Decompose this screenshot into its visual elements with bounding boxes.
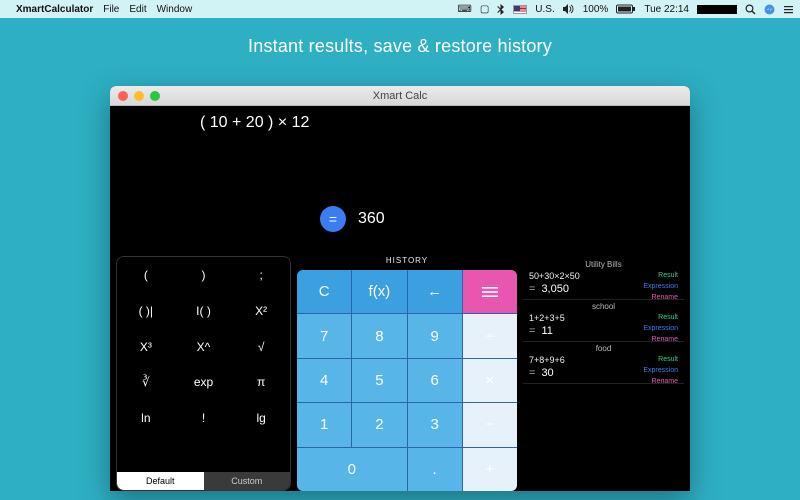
history-panel: Utility Bills 50+30×2×50 =3,050 Result E… [523, 256, 684, 491]
promo-tagline: Instant results, save & restore history [0, 36, 800, 57]
key-lg[interactable]: lg [232, 400, 290, 436]
expression-text: ( 10 + 20 ) × 12 [200, 114, 309, 132]
key-7[interactable]: 7 [297, 314, 351, 357]
key-divide[interactable]: ÷ [463, 314, 517, 357]
history-item[interactable]: food 7+8+9+6 =30 Result Expression Renam… [523, 342, 684, 384]
key-cbrt[interactable]: ∛ [117, 364, 175, 400]
key-semicolon[interactable]: ; [232, 257, 290, 293]
key-abs[interactable]: ( )| [117, 293, 175, 329]
result-text: 360 [358, 210, 385, 228]
notification-center-icon[interactable] [783, 4, 794, 15]
key-6[interactable]: 6 [408, 359, 462, 402]
key-8[interactable]: 8 [352, 314, 406, 357]
macos-menubar: XmartCalculator File Edit Window ⌨ ▢ U.S… [0, 0, 800, 18]
key-0[interactable]: 0 [297, 448, 407, 491]
key-ln[interactable]: ln [117, 400, 175, 436]
menu-edit[interactable]: Edit [129, 4, 146, 15]
equals-badge[interactable]: = [320, 206, 346, 232]
key-power[interactable]: X^ [175, 329, 233, 365]
key-backspace[interactable]: ← [408, 270, 462, 313]
numeric-keypad-panel: HISTORY C f(x) ← 7 8 9 ÷ 4 5 6 × 1 2 3 − [297, 256, 517, 491]
history-link-rename[interactable]: Rename [643, 376, 678, 387]
history-item-result: 11 [541, 325, 552, 337]
key-subtract[interactable]: − [463, 403, 517, 446]
history-link-expression[interactable]: Expression [643, 323, 678, 334]
key-floor[interactable]: I( ) [175, 293, 233, 329]
menu-file[interactable]: File [103, 4, 119, 15]
history-link-result[interactable]: Result [643, 312, 678, 323]
menubar-clock[interactable]: Tue 22:14 [644, 4, 689, 15]
key-sqrt[interactable]: √ [232, 329, 290, 365]
history-link-expression[interactable]: Expression [643, 281, 678, 292]
key-2[interactable]: 2 [352, 403, 406, 446]
history-link-result[interactable]: Result [643, 270, 678, 281]
messenger-icon[interactable] [764, 4, 775, 15]
key-exp[interactable]: exp [175, 364, 233, 400]
tab-default[interactable]: Default [117, 472, 204, 490]
history-item[interactable]: school 1+2+3+5 =11 Result Expression Ren… [523, 300, 684, 342]
key-4[interactable]: 4 [297, 359, 351, 402]
window-title: Xmart Calc [110, 90, 690, 102]
bluetooth-icon[interactable] [497, 4, 505, 15]
key-clear[interactable]: C [297, 270, 351, 313]
advanced-keypad: ( ) ; ( )| I( ) X² X³ X^ √ ∛ exp π ln ! … [116, 256, 291, 491]
history-label: HISTORY [297, 256, 517, 268]
key-fx[interactable]: f(x) [352, 270, 406, 313]
history-link-result[interactable]: Result [643, 354, 678, 365]
app-menu[interactable]: XmartCalculator [16, 4, 93, 15]
keyboard-icon[interactable]: ⌨ [457, 4, 471, 15]
key-blank2 [175, 436, 233, 472]
history-item-title: school [529, 302, 678, 311]
history-item[interactable]: Utility Bills 50+30×2×50 =3,050 Result E… [523, 258, 684, 300]
key-open-paren[interactable]: ( [117, 257, 175, 293]
spotlight-icon[interactable] [745, 4, 756, 15]
history-item-result: 30 [541, 367, 553, 379]
tab-custom[interactable]: Custom [204, 472, 291, 490]
key-close-paren[interactable]: ) [175, 257, 233, 293]
volume-pct: 100% [583, 4, 609, 15]
key-9[interactable]: 9 [408, 314, 462, 357]
key-add[interactable]: + [463, 448, 517, 491]
redacted-area [697, 5, 737, 14]
calculator-window: Xmart Calc ( 10 + 20 ) × 12 = 360 ( ) ; … [110, 86, 690, 491]
history-item-title: Utility Bills [529, 260, 678, 269]
airplay-icon[interactable]: ▢ [480, 4, 489, 15]
calculator-display: ( 10 + 20 ) × 12 = 360 [110, 106, 690, 256]
history-item-title: food [529, 344, 678, 353]
key-decimal[interactable]: . [408, 448, 462, 491]
key-cube[interactable]: X³ [117, 329, 175, 365]
key-5[interactable]: 5 [352, 359, 406, 402]
input-source-flag[interactable] [513, 5, 527, 14]
key-blank1 [117, 436, 175, 472]
input-source-label: U.S. [535, 4, 554, 15]
key-blank3 [232, 436, 290, 472]
list-icon [482, 286, 498, 298]
key-history-list[interactable] [463, 270, 517, 313]
key-pi[interactable]: π [232, 364, 290, 400]
window-titlebar[interactable]: Xmart Calc [110, 86, 690, 106]
history-link-expression[interactable]: Expression [643, 365, 678, 376]
key-1[interactable]: 1 [297, 403, 351, 446]
key-factorial[interactable]: ! [175, 400, 233, 436]
key-3[interactable]: 3 [408, 403, 462, 446]
history-item-result: 3,050 [541, 283, 569, 295]
key-square[interactable]: X² [232, 293, 290, 329]
key-multiply[interactable]: × [463, 359, 517, 402]
battery-icon[interactable] [616, 4, 636, 14]
menu-window[interactable]: Window [157, 4, 193, 15]
volume-icon[interactable] [563, 4, 575, 14]
